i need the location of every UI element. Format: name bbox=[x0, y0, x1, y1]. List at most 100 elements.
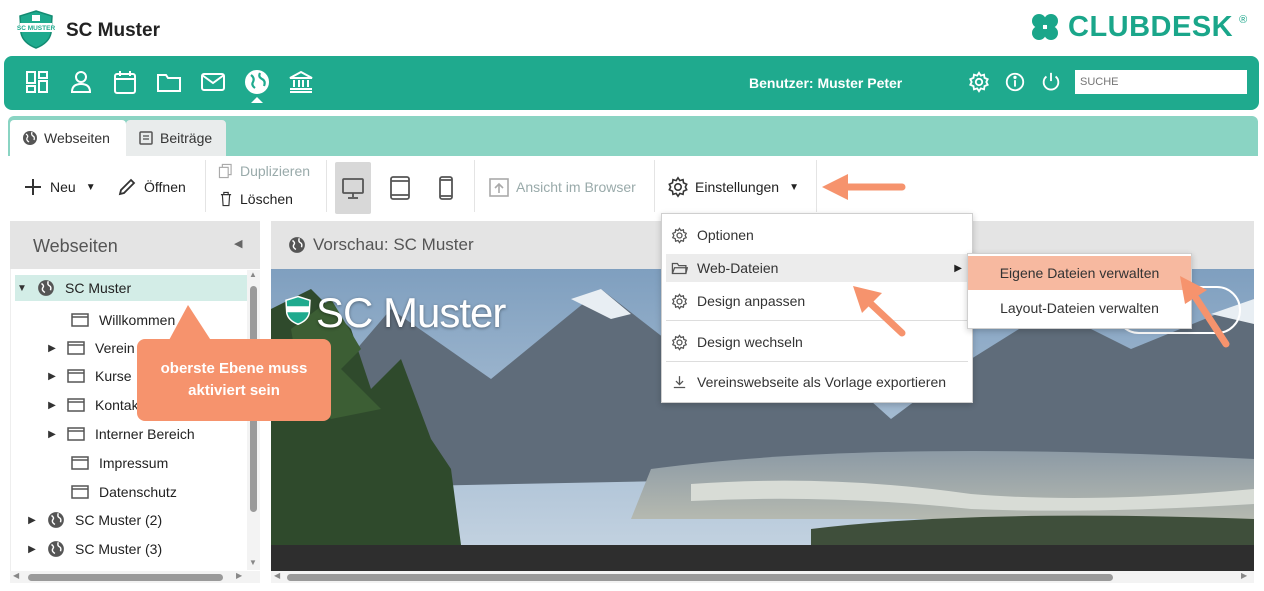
smartphone-icon bbox=[439, 176, 453, 200]
desktop-view-button[interactable] bbox=[335, 162, 371, 214]
menu-item-optionen[interactable]: Optionen bbox=[666, 221, 968, 249]
page-icon bbox=[67, 341, 85, 355]
tab-label: Webseiten bbox=[44, 130, 110, 146]
power-icon[interactable] bbox=[1040, 71, 1062, 93]
gear-icon bbox=[671, 226, 688, 244]
tree-node[interactable]: Willkommen bbox=[71, 307, 175, 333]
menu-item-web-dateien[interactable]: Web-Dateien ▶ bbox=[666, 254, 968, 282]
left-panel-header: Webseiten ◀ bbox=[10, 221, 260, 269]
submenu-label: Eigene Dateien verwalten bbox=[999, 265, 1160, 281]
collapse-left-icon[interactable]: ◀ bbox=[234, 237, 242, 250]
menu-item-export-vorlage[interactable]: Vereinswebseite als Vorlage exportieren bbox=[666, 368, 968, 396]
tree-node[interactable]: ▶ Verein bbox=[45, 335, 135, 361]
new-label: Neu bbox=[50, 179, 76, 195]
expand-arrow-icon[interactable]: ▼ bbox=[15, 283, 29, 294]
submenu-item-layout-dateien[interactable]: Layout-Dateien verwalten bbox=[968, 291, 1191, 325]
expand-arrow-icon[interactable]: ▶ bbox=[25, 515, 39, 526]
site-title: SC Muster bbox=[316, 289, 506, 336]
tree-node-root[interactable]: ▼ SC Muster bbox=[15, 275, 249, 301]
phone-view-button[interactable] bbox=[428, 162, 464, 214]
tree-label: SC Muster bbox=[65, 280, 132, 296]
menu-label: Design wechseln bbox=[697, 334, 803, 350]
club-logo: SC MUSTER bbox=[16, 9, 56, 49]
tablet-icon bbox=[390, 176, 410, 200]
open-external-icon bbox=[489, 178, 509, 197]
callout-line-2: aktiviert sein bbox=[188, 382, 280, 399]
main-nav: Benutzer: Muster Peter bbox=[4, 56, 1259, 110]
settings-button[interactable]: Einstellungen ▼ bbox=[667, 176, 799, 198]
copy-icon bbox=[218, 163, 232, 179]
active-nav-indicator bbox=[251, 97, 263, 103]
calendar-icon[interactable] bbox=[112, 69, 138, 95]
brand-name: CLUBDESK bbox=[1068, 10, 1234, 43]
tree-label: SC Muster (3) bbox=[75, 541, 163, 557]
menu-label: Design anpassen bbox=[697, 293, 806, 309]
browser-view-button[interactable]: Ansicht im Browser bbox=[488, 176, 636, 198]
site-logo-icon bbox=[285, 295, 311, 326]
expand-arrow-icon[interactable]: ▶ bbox=[45, 371, 59, 382]
tree-node[interactable]: ▶ SC Muster (2) bbox=[25, 507, 162, 533]
page-icon bbox=[71, 485, 89, 499]
menu-item-design-wechseln[interactable]: Design wechseln bbox=[666, 328, 968, 356]
tree-node[interactable]: ▶ Kontakt bbox=[45, 392, 142, 418]
preview-horizontal-scrollbar[interactable]: ◀ ▶ bbox=[271, 571, 1254, 583]
mail-icon[interactable] bbox=[200, 69, 226, 95]
tree-label: Interner Bereich bbox=[95, 426, 195, 442]
scroll-thumb[interactable] bbox=[287, 574, 1113, 581]
svg-text:SC MUSTER: SC MUSTER bbox=[17, 25, 56, 32]
info-icon[interactable] bbox=[1004, 71, 1026, 93]
dashboard-icon[interactable] bbox=[24, 69, 50, 95]
scroll-up-icon[interactable]: ▲ bbox=[249, 270, 257, 279]
tree-horizontal-scrollbar[interactable]: ◀ ▶ bbox=[10, 571, 260, 583]
tree-label: Kontakt bbox=[95, 397, 143, 413]
globe-icon bbox=[48, 541, 64, 557]
open-button[interactable]: Öffnen bbox=[116, 176, 186, 198]
clubdesk-brand[interactable]: CLUBDESK ® bbox=[1028, 10, 1247, 44]
tree-node[interactable]: Datenschutz bbox=[71, 479, 177, 505]
folder-icon[interactable] bbox=[156, 69, 182, 95]
person-icon[interactable] bbox=[68, 69, 94, 95]
expand-arrow-icon[interactable]: ▶ bbox=[45, 400, 59, 411]
expand-arrow-icon[interactable]: ▶ bbox=[45, 343, 59, 354]
expand-arrow-icon[interactable]: ▶ bbox=[45, 429, 59, 440]
gear-icon[interactable] bbox=[968, 71, 990, 93]
scroll-right-icon[interactable]: ▶ bbox=[236, 571, 242, 580]
tab-webseiten[interactable]: Webseiten bbox=[10, 120, 126, 156]
menu-divider bbox=[666, 361, 968, 362]
globe-icon[interactable] bbox=[244, 69, 270, 95]
scroll-left-icon[interactable]: ◀ bbox=[274, 571, 280, 580]
scroll-right-icon[interactable]: ▶ bbox=[1241, 571, 1247, 580]
pencil-icon bbox=[118, 178, 136, 196]
delete-button[interactable]: Löschen bbox=[218, 191, 293, 207]
gear-icon bbox=[671, 292, 688, 310]
folder-open-icon bbox=[671, 262, 688, 274]
document-icon bbox=[139, 131, 153, 145]
tab-label: Beiträge bbox=[160, 130, 213, 146]
globe-icon bbox=[23, 131, 37, 145]
page-icon bbox=[67, 369, 85, 383]
expand-arrow-icon[interactable]: ▶ bbox=[25, 544, 39, 555]
duplicate-button[interactable]: Duplizieren bbox=[218, 163, 310, 179]
caret-down-icon: ▼ bbox=[85, 181, 96, 193]
scroll-left-icon[interactable]: ◀ bbox=[13, 571, 19, 580]
tree-node[interactable]: Impressum bbox=[71, 450, 168, 476]
submenu-item-eigene-dateien[interactable]: Eigene Dateien verwalten bbox=[968, 256, 1191, 290]
tablet-view-button[interactable] bbox=[382, 162, 418, 214]
search-input[interactable] bbox=[1075, 70, 1247, 94]
app-title: SC Muster bbox=[66, 20, 160, 41]
page-icon bbox=[71, 456, 89, 470]
tab-bar: Webseiten Beiträge bbox=[8, 116, 1258, 156]
tree-node[interactable]: ▶ Kurse bbox=[45, 363, 131, 389]
tab-beitraege[interactable]: Beiträge bbox=[126, 120, 226, 156]
scroll-thumb[interactable] bbox=[28, 574, 223, 581]
globe-icon bbox=[48, 512, 64, 528]
tree-node[interactable]: ▶ SC Muster (3) bbox=[25, 536, 162, 562]
tree-node[interactable]: ▶ Interner Bereich bbox=[45, 421, 195, 447]
bank-icon[interactable] bbox=[288, 69, 314, 95]
menu-item-design-anpassen[interactable]: Design anpassen bbox=[666, 287, 968, 315]
tree-label: Impressum bbox=[99, 455, 169, 471]
globe-icon bbox=[38, 280, 54, 296]
scroll-down-icon[interactable]: ▼ bbox=[249, 558, 257, 567]
new-button[interactable]: Neu ▼ bbox=[22, 176, 96, 198]
plus-icon bbox=[25, 179, 41, 195]
